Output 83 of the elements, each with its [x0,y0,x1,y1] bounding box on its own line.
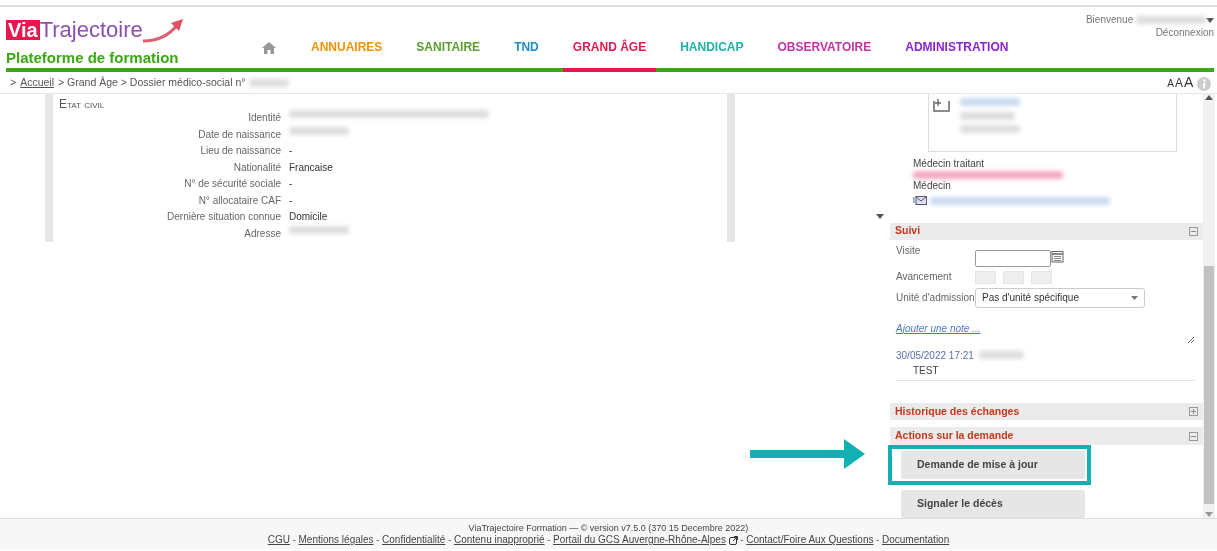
version-text: ViaTrajectoire Formation — © version v7.5.0 (370 15 Decembre 2022) [467,522,750,534]
breadcrumb-text: > [10,74,17,90]
breadcrumb-text: > Grand Âge > Dossier médico-social n° [58,74,246,90]
progress-step [1031,270,1052,284]
separator-text: - [547,534,551,546]
field-label: Identité [247,111,282,125]
field-value: Francaise [289,160,333,175]
footer-link[interactable]: Contact/Foire Aux Questions [746,534,874,546]
font-size-button[interactable]: A [1167,76,1174,91]
redacted-text [960,111,1015,120]
field-label: N° de sécurité sociale [183,177,282,191]
separator-text: - [292,534,296,546]
caret-icon [1131,295,1138,300]
logo-text: Via [6,20,40,40]
field-value: - [289,177,293,191]
note-text: TEST [912,363,940,378]
select-value: Pas d'unité spécifique [982,291,1079,306]
transfer-icon [933,98,950,112]
section-header[interactable]: Actions sur la demande [890,427,1203,445]
footer-link[interactable]: Contenu inapproprié [453,534,545,546]
section-header[interactable]: Suivi [890,222,1203,241]
date-field[interactable] [975,249,1051,267]
unit-select[interactable]: Pas d'unité spécifique [975,287,1145,308]
separator-text: - [448,534,452,546]
progress-step [1003,270,1024,284]
redacted-text [249,78,290,87]
field-label: Visite [896,245,922,256]
section-title: Historique des échanges [895,403,1020,419]
nav-tab[interactable]: TND [504,38,549,72]
footer-link[interactable]: Mentions légales [298,534,374,546]
collapse-icon[interactable] [1189,226,1198,236]
doctor-label: Médecin traitant [913,157,986,169]
collapse-icon[interactable] [1189,431,1198,441]
action-button[interactable]: Signaler le décès [901,490,1085,518]
add-note-link[interactable]: Ajouter une note ... [896,320,981,336]
field-value: Domicile [289,210,328,224]
logout-link[interactable]: Déconnexion [1155,27,1214,38]
footer-link[interactable]: CGU [267,534,290,546]
scroll-up-icon[interactable] [1205,94,1213,100]
doctor-role: Médecin [913,179,952,191]
site-subtitle: Plateforme de formation [6,48,180,68]
field-label: Lieu de naissance [199,144,282,158]
note-date: 30/05/2022 17:21 [896,348,974,363]
logo-text: Trajectoire [39,19,143,41]
separator-text: - [740,534,744,546]
scroll-down-icon[interactable] [876,213,884,219]
font-size-button[interactable]: A [1183,72,1194,93]
field-value: - [289,144,293,158]
field-label: Dernière situation connue [166,210,282,224]
field-label: Avancement [896,272,953,283]
footer-link[interactable]: Documentation [881,534,950,546]
field-value: - [289,193,293,208]
welcome-text: Bienvenue [1085,14,1135,25]
nav-tab[interactable]: GRAND ÂGE [562,38,657,72]
separator-text: - [376,534,380,546]
footer-link[interactable]: Portail du GCS Auvergne-Rhône-Alpes [553,534,726,546]
action-button[interactable]: Demande de mise à jour [901,451,1085,479]
section-title: Actions sur la demande [895,428,1014,444]
scrollbar-thumb[interactable] [1204,266,1214,504]
field-label: Unité d'admission [896,292,975,303]
field-label: Date de naissance [197,127,282,142]
nav-tab[interactable]: ADMINISTRATION [895,38,1019,72]
section-title: Suivi [895,223,921,239]
redacted-text [960,125,1020,133]
field-label: Adresse [243,226,282,241]
section-header[interactable]: Historique des échanges [890,402,1203,421]
expand-icon[interactable] [1189,407,1198,416]
font-size-button[interactable]: A [1174,74,1183,92]
scrollbar[interactable] [1203,94,1215,518]
progress-step [975,270,996,284]
field-label: N° allocataire CAF [197,193,282,208]
nav-tab[interactable]: OBSERVATOIRE [767,38,882,72]
swoosh-arrow-icon [142,17,185,43]
footer-link[interactable]: Confidentialité [382,534,446,546]
external-link-icon[interactable] [728,535,738,545]
envelope-icon [913,196,927,205]
redacted-text [960,98,1020,106]
section-title: Etat civil [59,98,106,110]
separator-text: - [876,534,880,546]
breadcrumb-link[interactable]: Accueil [20,74,54,91]
field-label: Nationalité [232,160,282,175]
redacted-text [979,351,1025,360]
resize-grip-icon[interactable] [1187,335,1195,344]
